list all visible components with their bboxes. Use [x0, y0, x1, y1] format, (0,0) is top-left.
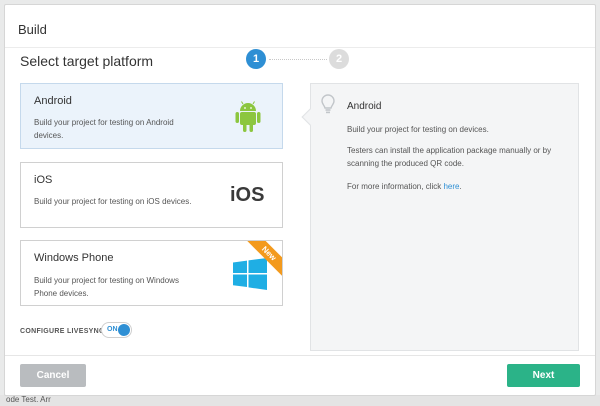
cancel-button[interactable]: Cancel [20, 364, 86, 387]
info-text: For more information, click [347, 182, 444, 191]
platform-card-ios[interactable]: iOS Build your project for testing on iO… [20, 162, 283, 228]
info-title: Android [347, 101, 382, 112]
dialog-footer-divider [5, 355, 595, 356]
platform-description: Build your project for testing on Window… [34, 276, 179, 298]
platform-title: iOS [34, 174, 53, 186]
windows-icon [233, 258, 267, 290]
dialog-header-divider [5, 47, 595, 48]
build-dialog: Build Select target platform 1 2 Android… [4, 4, 596, 396]
toggle-knob [118, 324, 130, 336]
livesync-toggle[interactable]: ON [101, 322, 132, 338]
platform-description: Build your project for testing on iOS de… [34, 197, 192, 206]
ios-logo-icon: iOS [230, 184, 265, 206]
info-paragraph: For more information, click here. [347, 180, 567, 193]
platform-card-windows-phone[interactable]: Windows Phone Build your project for tes… [20, 240, 283, 306]
toggle-state-text: ON [107, 326, 118, 333]
step-1-indicator: 1 [246, 49, 266, 69]
step-2-indicator: 2 [329, 49, 349, 69]
background-text-fragment: ode Test. Arr [6, 395, 51, 404]
step-connector [269, 59, 327, 60]
page-title: Select target platform [20, 53, 154, 69]
info-panel-pointer [301, 108, 319, 126]
background-app-strip: ode Test. Arr [0, 395, 600, 406]
livesync-label: CONFIGURE LIVESYNC [20, 328, 105, 335]
info-text: . [459, 182, 462, 191]
platform-info-panel: Android Build your project for testing o… [301, 83, 579, 351]
android-icon [235, 101, 261, 132]
more-info-link[interactable]: here [443, 182, 459, 191]
platform-title: Windows Phone [34, 252, 114, 264]
platform-card-android[interactable]: Android Build your project for testing o… [20, 83, 283, 149]
info-paragraph: Build your project for testing on device… [347, 125, 489, 134]
dialog-title: Build [18, 22, 47, 37]
lightbulb-icon [321, 94, 335, 114]
platform-description: Build your project for testing on Androi… [34, 118, 174, 140]
info-paragraph: Testers can install the application pack… [347, 146, 552, 168]
platform-title: Android [34, 95, 72, 107]
next-button[interactable]: Next [507, 364, 580, 387]
